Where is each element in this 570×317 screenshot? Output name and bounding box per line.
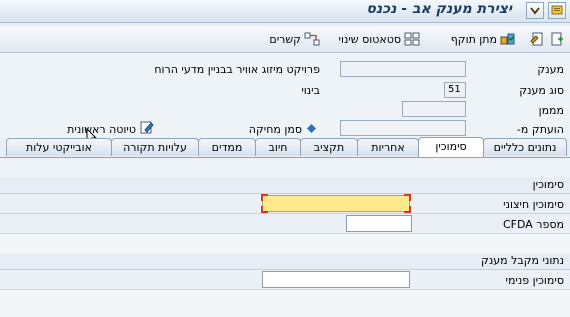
tab-budget[interactable]: תקציב — [300, 138, 358, 156]
grant-type-label: סוג מענק — [519, 84, 564, 97]
external-ref-input[interactable] — [261, 194, 411, 213]
validity-button[interactable]: מתן תוקף — [451, 31, 516, 47]
delete-flag-label: סמן מחיקה — [248, 123, 302, 136]
cfda-row: מספר CFDA — [0, 214, 570, 234]
delete-flag-indicator[interactable] — [307, 123, 316, 133]
tab-responsibility[interactable]: אחריות — [357, 138, 419, 156]
draft-edit-button[interactable] — [140, 120, 154, 134]
title-bar: יצירת מענק אב - נכנס — [0, 0, 570, 23]
header-form: מענק פרויקט מיזוג אוויר בבניין מדעי הרוח… — [0, 53, 570, 145]
status-grid-icon — [404, 32, 420, 46]
tab-references[interactable]: סימוכין — [418, 137, 484, 157]
diamond-icon — [307, 124, 316, 133]
funder-input[interactable] — [402, 101, 466, 117]
relationships-icon — [304, 32, 320, 46]
copied-from-label: הועתק מ- — [516, 123, 564, 136]
application-toolbar: מתן תוקף סטאטוס שינוי קשרים — [0, 26, 570, 53]
internal-ref-input[interactable] — [262, 271, 410, 288]
page-title: יצירת מענק אב - נכנס — [366, 1, 512, 17]
document-edit-icon — [530, 32, 543, 46]
pencil-document-icon — [140, 121, 154, 134]
validity-icon — [500, 33, 515, 45]
references-group-header: סימוכין — [0, 177, 570, 194]
new-document-icon — [551, 32, 563, 46]
internal-ref-label: סימוכין פנימי — [505, 274, 564, 287]
grant-input[interactable] — [340, 61, 466, 77]
toolbar-create-button[interactable] — [550, 32, 564, 46]
cfda-input[interactable] — [346, 215, 412, 232]
window-options-button[interactable] — [526, 2, 544, 19]
funder-label: מממן — [538, 104, 564, 117]
grant-description: פרויקט מיזוג אוויר בבניין מדעי הרוח — [154, 63, 320, 76]
tab-strip: נתונים כלליים סימוכין אחריות תקציב חיוב … — [0, 137, 570, 157]
toolbar-change-button[interactable] — [530, 32, 544, 46]
sap-menu-button[interactable] — [548, 2, 566, 19]
status-change-label: סטאטוס שינוי — [338, 32, 401, 46]
validity-label: מתן תוקף — [450, 32, 497, 46]
grant-type-description: בינוי — [301, 84, 320, 97]
cfda-label: מספר CFDA — [503, 218, 564, 231]
menu-icon — [551, 5, 563, 15]
external-ref-label: סימוכין חיצוני — [503, 198, 564, 211]
draft-label: טיוטה ראשונית — [67, 123, 136, 136]
tab-content-references: סימוכין סימוכין חיצוני מספר CFDA נתוני מ… — [0, 157, 570, 317]
tab-overhead-costs[interactable]: עלויות תקורה — [111, 138, 199, 156]
status-change-button[interactable]: סטאטוס שינוי — [338, 31, 420, 47]
grant-type-input[interactable]: 51 — [444, 82, 466, 98]
references-group-title: סימוכין — [532, 178, 564, 191]
chevron-down-icon — [530, 7, 540, 15]
recipient-group-title: נתוני מקבל מענק — [481, 254, 564, 267]
content-spacer — [0, 158, 570, 176]
internal-ref-row: סימוכין פנימי — [0, 270, 570, 290]
relationships-button[interactable]: קשרים — [269, 31, 320, 47]
tab-dimensions[interactable]: ממדים — [198, 138, 256, 156]
relationships-label: קשרים — [269, 32, 301, 46]
tab-general-data[interactable]: נתונים כלליים — [483, 138, 567, 156]
external-ref-row: סימוכין חיצוני — [0, 194, 570, 214]
recipient-group-header: נתוני מקבל מענק — [0, 253, 570, 270]
grant-label: מענק — [537, 63, 564, 76]
tab-billing[interactable]: חיוב — [255, 138, 301, 156]
copied-from-input[interactable] — [340, 120, 466, 136]
tab-cost-objects[interactable]: אובייקטי עלות — [6, 138, 112, 156]
group-gap — [0, 234, 570, 252]
